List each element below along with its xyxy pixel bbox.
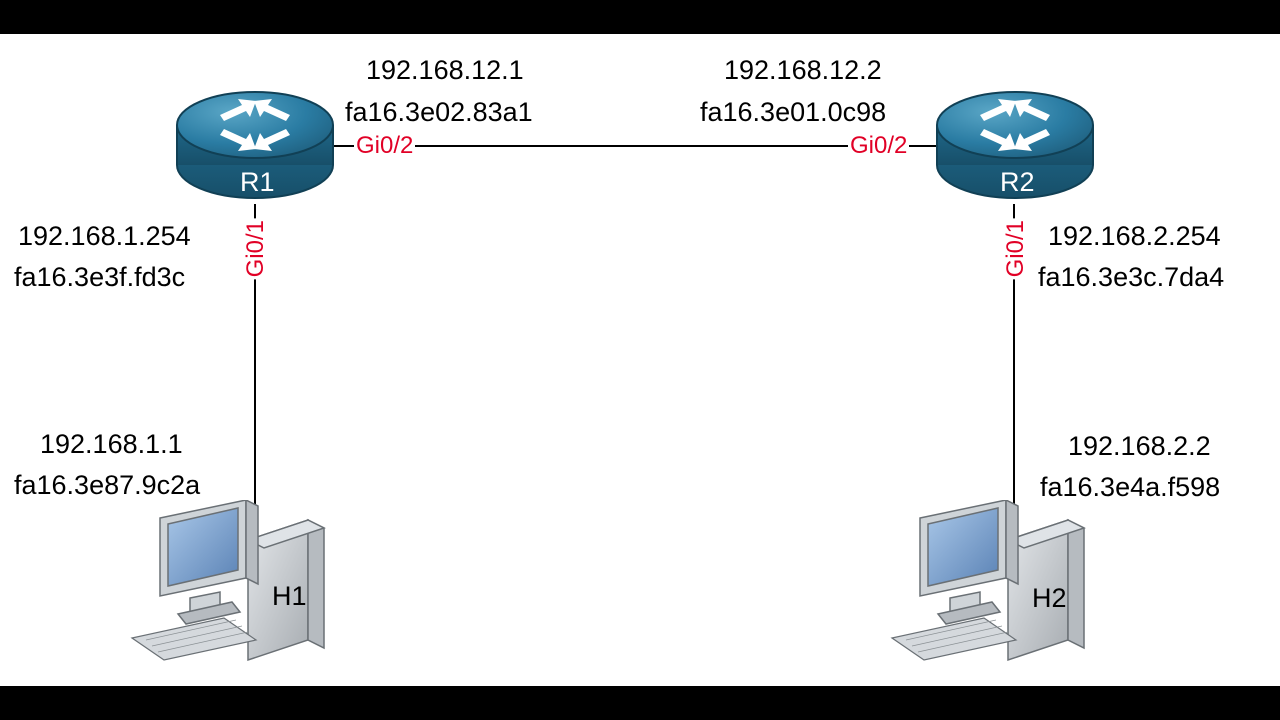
router-r2-label: R2 (1000, 167, 1035, 198)
r2-gi01-ip: 192.168.2.254 (1048, 220, 1221, 252)
h2-ip: 192.168.2.2 (1068, 430, 1211, 462)
h2-mac: fa16.3e4a.f598 (1040, 472, 1220, 503)
r2-gi01-mac: fa16.3e3c.7da4 (1038, 262, 1224, 293)
r2-gi02-port: Gi0/2 (848, 132, 909, 160)
r1-gi02-ip: 192.168.12.1 (366, 54, 524, 86)
h1-ip: 192.168.1.1 (40, 428, 183, 460)
router-r1-label: R1 (240, 167, 275, 198)
r2-gi02-mac: fa16.3e01.0c98 (700, 97, 886, 128)
host-h1-label: H1 (272, 581, 307, 612)
network-diagram: R1 R2 (0, 34, 1280, 686)
r2-gi02-ip: 192.168.12.2 (724, 54, 882, 86)
r1-gi01-ip: 192.168.1.254 (18, 220, 191, 252)
r1-gi01-port: Gi0/1 (242, 218, 270, 279)
r2-gi01-port: Gi0/1 (1002, 218, 1030, 279)
h1-mac: fa16.3e87.9c2a (14, 470, 200, 501)
r1-gi02-port: Gi0/2 (354, 132, 415, 160)
r1-gi01-mac: fa16.3e3f.fd3c (14, 262, 185, 293)
host-h2-label: H2 (1032, 583, 1067, 614)
r1-gi02-mac: fa16.3e02.83a1 (345, 97, 533, 128)
